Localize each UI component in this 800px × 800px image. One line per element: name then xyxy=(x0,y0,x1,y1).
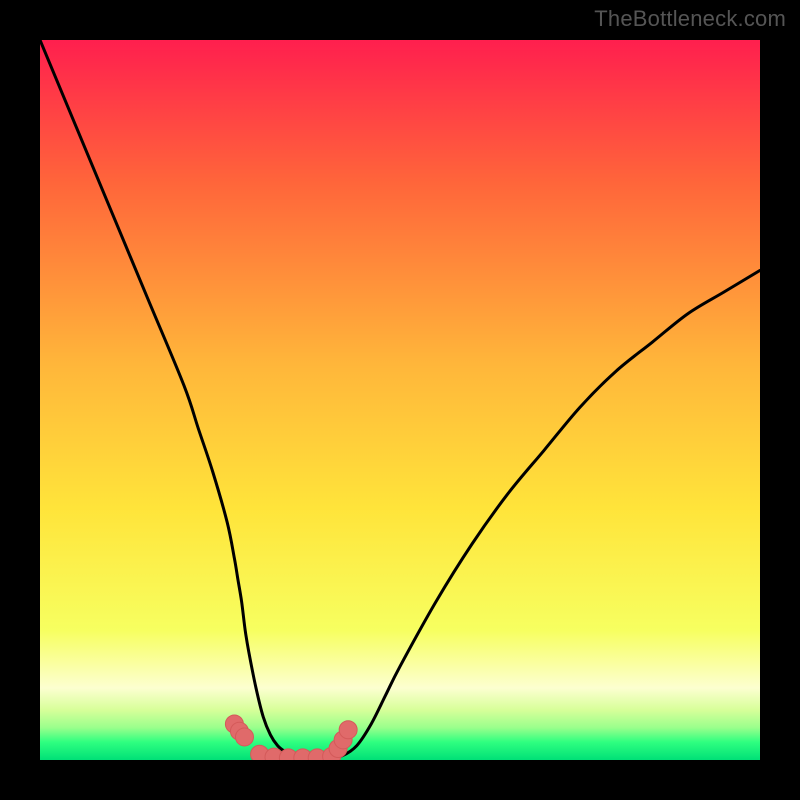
bottleneck-chart xyxy=(40,40,760,760)
marker-dot xyxy=(235,728,253,746)
marker-dot xyxy=(339,721,357,739)
watermark-text: TheBottleneck.com xyxy=(594,6,786,32)
chart-stage: TheBottleneck.com xyxy=(0,0,800,800)
gradient-background xyxy=(40,40,760,760)
plot-area xyxy=(40,40,760,760)
